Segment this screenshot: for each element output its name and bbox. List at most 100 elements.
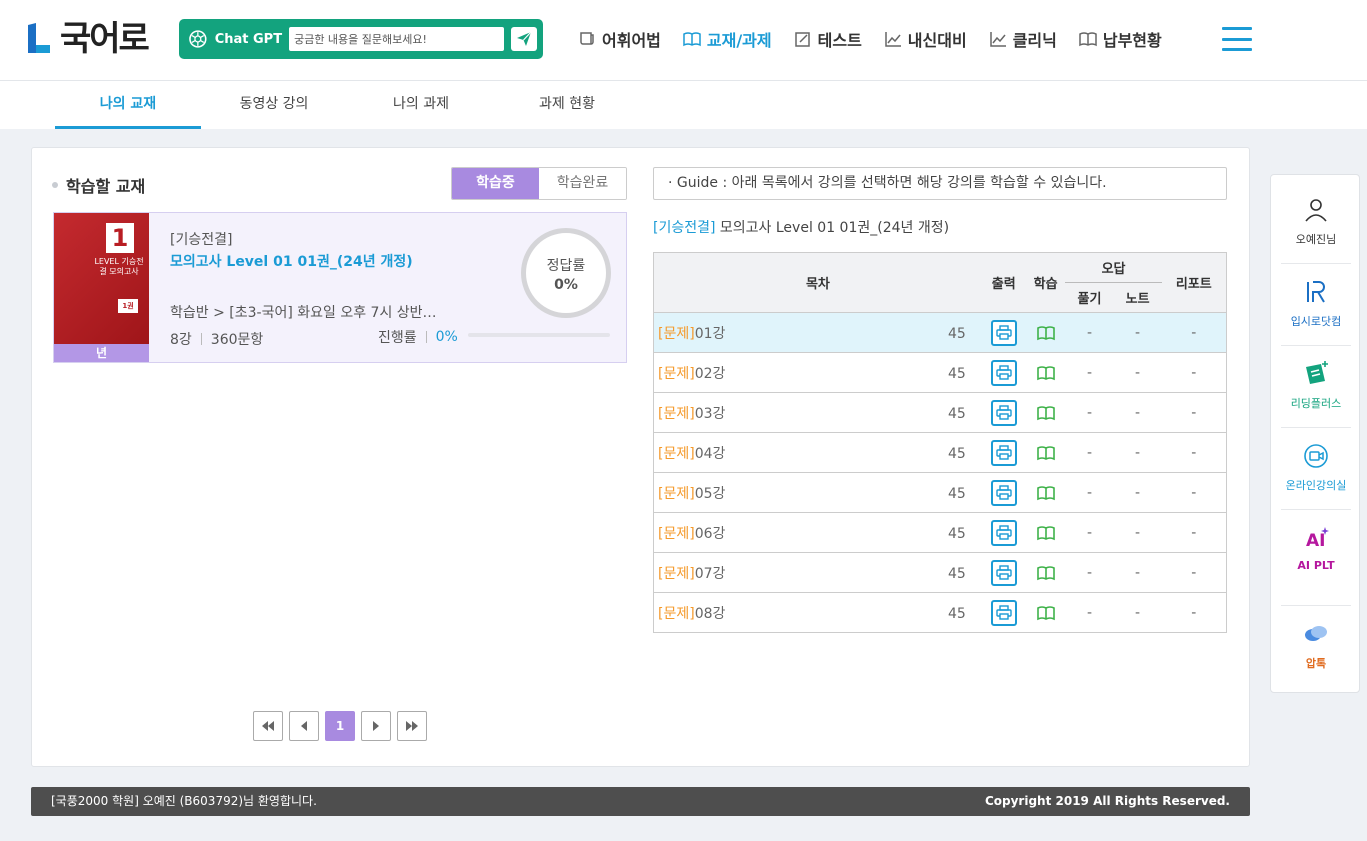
prev-page-button[interactable] xyxy=(289,711,319,741)
table-row[interactable]: [문제]01강 45 - - - xyxy=(652,312,1227,353)
study-book-icon[interactable] xyxy=(1036,405,1055,421)
study-book-icon[interactable] xyxy=(1036,525,1055,541)
side-item-reading-plus[interactable]: 리딩플러스 xyxy=(1281,359,1351,411)
double-chevron-left-icon xyxy=(262,721,274,731)
toggle-in-progress[interactable]: 학습중 xyxy=(452,168,539,199)
chat-bubble-icon xyxy=(1305,626,1327,641)
study-status-toggle: 학습중 학습완료 xyxy=(451,167,627,200)
book-category: [기승전결] xyxy=(170,232,233,248)
print-button[interactable] xyxy=(990,319,1017,346)
table-row[interactable]: [문제]07강 45 - - - xyxy=(652,552,1227,593)
solve-cell: - xyxy=(1065,312,1114,353)
nav-school-exam[interactable]: 내신대비 xyxy=(884,27,967,51)
study-book-icon[interactable] xyxy=(1036,445,1055,461)
question-count-cell: 45 xyxy=(948,325,966,342)
nav-vocabulary[interactable]: 어휘어법 xyxy=(578,27,661,51)
print-button[interactable] xyxy=(990,479,1017,506)
side-item-user[interactable]: 오예진님 xyxy=(1281,195,1351,247)
tab-my-textbook[interactable]: 나의 교재 xyxy=(55,81,201,129)
table-row[interactable]: [문제]06강 45 - - - xyxy=(652,512,1227,553)
study-book-icon[interactable] xyxy=(1036,485,1055,501)
printer-icon xyxy=(996,405,1012,420)
study-book-icon[interactable] xyxy=(1036,605,1055,621)
nav-clinic[interactable]: 클리닉 xyxy=(989,27,1057,51)
table-row[interactable]: [문제]03강 45 - - - xyxy=(652,392,1227,433)
solve-cell: - xyxy=(1065,512,1114,553)
tab-video-lecture[interactable]: 동영상 강의 xyxy=(201,81,347,129)
side-item-apptalk[interactable]: 압톡 xyxy=(1281,619,1351,671)
col-print: 출력 xyxy=(981,252,1026,313)
printer-icon xyxy=(996,325,1012,340)
table-row[interactable]: [문제]05강 45 - - - xyxy=(652,472,1227,513)
page-number-button[interactable]: 1 xyxy=(325,711,355,741)
print-button[interactable] xyxy=(990,359,1017,386)
svg-text:AI: AI xyxy=(1306,531,1325,551)
chatgpt-label: Chat GPT xyxy=(214,31,283,47)
footer-welcome: [국풍2000 학원] 오예진 (B603792)님 환영합니다. xyxy=(51,794,317,808)
lesson-name-cell[interactable]: [문제]03강 45 xyxy=(652,392,982,433)
print-button[interactable] xyxy=(990,399,1017,426)
bullet-dot xyxy=(52,182,58,188)
table-row[interactable]: [문제]02강 45 - - - xyxy=(652,352,1227,393)
accuracy-label: 정답률 xyxy=(546,258,586,274)
lesson-name-cell[interactable]: [문제]04강 45 xyxy=(652,432,982,473)
book-card[interactable]: 1 LEVEL 기승전결 모의고사 1권 년 [기승전결] 모의고사 Level… xyxy=(53,212,627,363)
chevron-left-icon xyxy=(301,721,307,731)
study-book-icon[interactable] xyxy=(1036,365,1055,381)
note-cell: - xyxy=(1113,512,1162,553)
nav-textbook-assignment[interactable]: 교재/과제 xyxy=(683,27,772,51)
accuracy-ring: 정답률 0% xyxy=(521,228,611,318)
course-title: [기승전결] 모의고사 Level 01 01권_(24년 개정) xyxy=(653,220,950,236)
table-row[interactable]: [문제]04강 45 - - - xyxy=(652,432,1227,473)
lesson-name-cell[interactable]: [문제]01강 45 xyxy=(652,312,982,353)
study-book-icon[interactable] xyxy=(1036,565,1055,581)
send-icon xyxy=(517,31,532,46)
side-item-ipsiro[interactable]: 입시로닷컴 xyxy=(1281,277,1351,329)
progress-bar xyxy=(468,333,610,337)
report-cell: - xyxy=(1161,472,1227,513)
question-count-cell: 45 xyxy=(948,405,966,422)
note-cell: - xyxy=(1113,432,1162,473)
tab-my-assignment[interactable]: 나의 과제 xyxy=(348,81,494,129)
quick-side-menu: 오예진님 입시로닷컴 리딩플러스 온라인강의실 AI AI PLT 압톡 xyxy=(1270,174,1360,693)
chatgpt-question-input[interactable] xyxy=(289,27,505,51)
double-chevron-right-icon xyxy=(406,721,418,731)
hamburger-menu-icon[interactable] xyxy=(1222,27,1252,51)
chatgpt-send-button[interactable] xyxy=(511,27,537,51)
nav-test[interactable]: 테스트 xyxy=(794,27,862,51)
study-book-icon[interactable] xyxy=(1036,325,1055,341)
solve-cell: - xyxy=(1065,552,1114,593)
book-stats: 8강 360문항 xyxy=(170,329,263,349)
study-cell xyxy=(1025,392,1066,433)
print-cell xyxy=(981,312,1026,353)
lesson-table: 목차 출력 학습 오답 리포트 풀기 노트 [문제]01강 45 - - - [… xyxy=(652,252,1227,633)
print-button[interactable] xyxy=(990,519,1017,546)
col-solve: 풀기 xyxy=(1065,282,1114,313)
report-cell: - xyxy=(1161,552,1227,593)
side-item-ai-plt[interactable]: AI AI PLT xyxy=(1281,523,1351,572)
lesson-name-cell[interactable]: [문제]02강 45 xyxy=(652,352,982,393)
last-page-button[interactable] xyxy=(397,711,427,741)
brand-logo[interactable]: 국어로 xyxy=(26,20,150,58)
print-button[interactable] xyxy=(990,559,1017,586)
next-page-button[interactable] xyxy=(361,711,391,741)
lesson-name-cell[interactable]: [문제]07강 45 xyxy=(652,552,982,593)
table-row[interactable]: [문제]08강 45 - - - xyxy=(652,592,1227,633)
toggle-completed[interactable]: 학습완료 xyxy=(539,168,626,199)
logo-mark-icon xyxy=(28,23,50,53)
side-item-online-classroom[interactable]: 온라인강의실 xyxy=(1281,441,1351,493)
nav-payment-status[interactable]: 납부현황 xyxy=(1079,27,1162,51)
print-cell xyxy=(981,552,1026,593)
print-button[interactable] xyxy=(990,439,1017,466)
line-chart-icon xyxy=(989,32,1006,47)
print-button[interactable] xyxy=(990,599,1017,626)
tab-assignment-status[interactable]: 과제 현황 xyxy=(494,81,640,129)
lesson-name-cell[interactable]: [문제]08강 45 xyxy=(652,592,982,633)
report-cell: - xyxy=(1161,352,1227,393)
first-page-button[interactable] xyxy=(253,711,283,741)
book-title[interactable]: 모의고사 Level 01 01권_(24년 개정) xyxy=(170,251,413,271)
lesson-name-cell[interactable]: [문제]05강 45 xyxy=(652,472,982,513)
guide-box: · Guide : 아래 목록에서 강의를 선택하면 해당 강의를 학습할 수 … xyxy=(653,167,1227,200)
lesson-name-cell[interactable]: [문제]06강 45 xyxy=(652,512,982,553)
print-cell xyxy=(981,392,1026,433)
